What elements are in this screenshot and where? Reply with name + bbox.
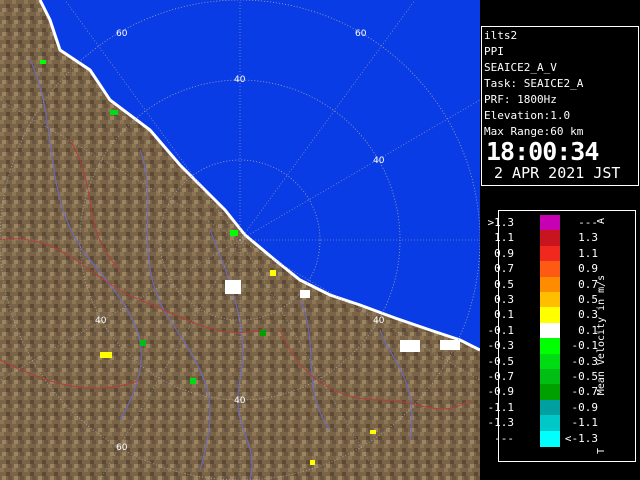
legend-swatch xyxy=(540,246,560,262)
legend-swatch xyxy=(540,230,560,246)
legend-row-min: -0.1 xyxy=(487,324,515,337)
range-label-6: 40 xyxy=(234,396,246,406)
legend-swatch xyxy=(540,307,560,323)
legend-row-max: --- xyxy=(578,216,598,229)
product-name: SEAICE2_A_V xyxy=(484,61,557,74)
legend-row-max: 0.9 xyxy=(578,262,598,275)
legend-row-min: -0.9 xyxy=(487,385,515,398)
range-label-1: 60 xyxy=(355,29,367,39)
legend-row-min: 0.9 xyxy=(494,247,514,260)
range-label-4: 40 xyxy=(95,316,107,326)
legend-swatch xyxy=(540,215,560,231)
legend-swatch xyxy=(540,369,560,385)
legend-swatch xyxy=(540,338,560,354)
legend-swatch xyxy=(540,400,560,416)
legend-corner-bottom: T xyxy=(596,448,607,454)
legend-row-max: -0.9 xyxy=(571,401,599,414)
range-label-2: 40 xyxy=(234,75,246,85)
legend-row-max: 0.3 xyxy=(578,308,598,321)
radar-map[interactable]: 60 60 40 40 40 40 40 60 xyxy=(0,0,480,480)
legend-swatch xyxy=(540,415,560,431)
legend-swatch xyxy=(540,261,560,277)
legend-corner-top: A xyxy=(596,218,607,224)
legend-row-max: 0.1 xyxy=(578,324,598,337)
legend-row-min: 0.3 xyxy=(494,293,514,306)
site-name: ilts2 xyxy=(484,29,518,42)
range-label-7: 60 xyxy=(116,443,128,453)
legend-row-max: 1.3 xyxy=(578,231,598,244)
legend-swatch xyxy=(540,384,560,400)
legend-row-min: -0.7 xyxy=(487,370,515,383)
range-label-3: 40 xyxy=(373,156,385,166)
elevation-value: Elevation:1.0 xyxy=(484,109,571,122)
legend-swatch xyxy=(540,292,560,308)
legend-row-max: -0.5 xyxy=(571,370,599,383)
legend-row-max: 1.1 xyxy=(578,247,598,260)
prf-value: PRF: 1800Hz xyxy=(484,93,557,106)
legend-row-max: -0.3 xyxy=(571,355,599,368)
legend-row-max: 0.5 xyxy=(578,293,598,306)
range-label-5: 40 xyxy=(373,316,385,326)
legend-title-text: Mean Velocity in m/s xyxy=(596,275,607,395)
legend-swatch xyxy=(540,354,560,370)
legend-row-max: 0.7 xyxy=(578,278,598,291)
legend-row-max: -0.7 xyxy=(571,385,599,398)
legend-swatch xyxy=(540,431,560,447)
legend-row-min: 0.7 xyxy=(494,262,514,275)
legend-title: A Mean Velocity in m/s T xyxy=(596,218,607,454)
scan-date: 2 APR 2021 JST xyxy=(494,164,621,182)
legend-row-min: -0.5 xyxy=(487,355,515,368)
legend-row-max: -0.1 xyxy=(571,339,599,352)
legend-swatch xyxy=(540,277,560,293)
radar-display: 60 60 40 40 40 40 40 60 ilts2 PPI SEAICE… xyxy=(0,0,640,480)
legend-row-min: -0.3 xyxy=(487,339,515,352)
legend-row-min: --- xyxy=(494,432,514,445)
legend-row-max: <-1.3 xyxy=(564,432,598,445)
legend-row-min: 0.5 xyxy=(494,278,514,291)
range-label-0: 60 xyxy=(116,29,128,39)
legend-row-min: -1.3 xyxy=(487,416,515,429)
info-panel: ilts2 PPI SEAICE2_A_V Task: SEAICE2_A PR… xyxy=(480,0,640,480)
legend-swatch xyxy=(540,323,560,339)
task-name: Task: SEAICE2_A xyxy=(484,77,584,90)
legend-row-min: 1.1 xyxy=(494,231,514,244)
legend-row-min: 0.1 xyxy=(494,308,514,321)
scan-time: 18:00:34 xyxy=(486,137,599,166)
legend-row-min: -1.1 xyxy=(487,401,515,414)
legend-row-max: -1.1 xyxy=(571,416,599,429)
legend-row-min: >1.3 xyxy=(487,216,515,229)
scan-mode: PPI xyxy=(484,45,504,58)
